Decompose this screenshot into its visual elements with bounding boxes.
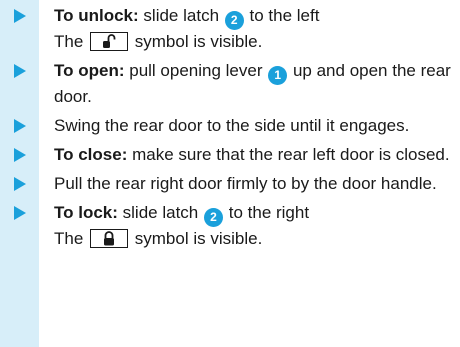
step-text: make sure that the rear left door is clo…	[132, 145, 450, 164]
symbol-line-prefix: The	[54, 229, 84, 248]
step-unlock: To unlock: slide latch 2 to the left The…	[0, 4, 460, 53]
arrow-bullet-icon	[14, 206, 26, 220]
symbol-line-suffix: symbol is visible.	[134, 229, 263, 248]
step-label: To lock:	[54, 203, 118, 222]
step-label: To open:	[54, 61, 125, 80]
step-text-continued: to the right	[228, 203, 310, 222]
ref-badge: 1	[268, 66, 288, 85]
arrow-bullet-icon	[14, 119, 26, 133]
arrow-bullet-icon	[14, 64, 26, 78]
step-label: To close:	[54, 145, 128, 164]
step-lock: To lock: slide latch 2 to the right The …	[0, 201, 460, 250]
ref-badge: 2	[204, 208, 223, 227]
instruction-list: To unlock: slide latch 2 to the left The…	[0, 4, 460, 256]
ref-badge: 2	[224, 11, 244, 30]
step-label: To unlock:	[54, 6, 139, 25]
step-text: slide latch	[122, 203, 199, 222]
arrow-bullet-icon	[14, 177, 26, 191]
step-text: Pull the rear right door firmly to by th…	[54, 174, 437, 193]
step-text: Swing the rear door to the side until it…	[54, 116, 410, 135]
step-close: To close: make sure that the rear left d…	[0, 143, 460, 166]
locked-padlock-icon	[90, 229, 129, 248]
arrow-bullet-icon	[14, 9, 26, 23]
step-text: pull opening lever	[129, 61, 263, 80]
symbol-line-prefix: The	[54, 32, 84, 51]
step-swing: Swing the rear door to the side until it…	[0, 114, 460, 137]
step-open: To open: pull opening lever 1 up and ope…	[0, 59, 460, 108]
arrow-bullet-icon	[14, 148, 26, 162]
step-text-continued: to the left	[249, 6, 320, 25]
unlocked-padlock-icon	[90, 32, 129, 51]
step-text: slide latch	[143, 6, 220, 25]
step-pull: Pull the rear right door firmly to by th…	[0, 172, 460, 195]
symbol-line-suffix: symbol is visible.	[134, 32, 263, 51]
